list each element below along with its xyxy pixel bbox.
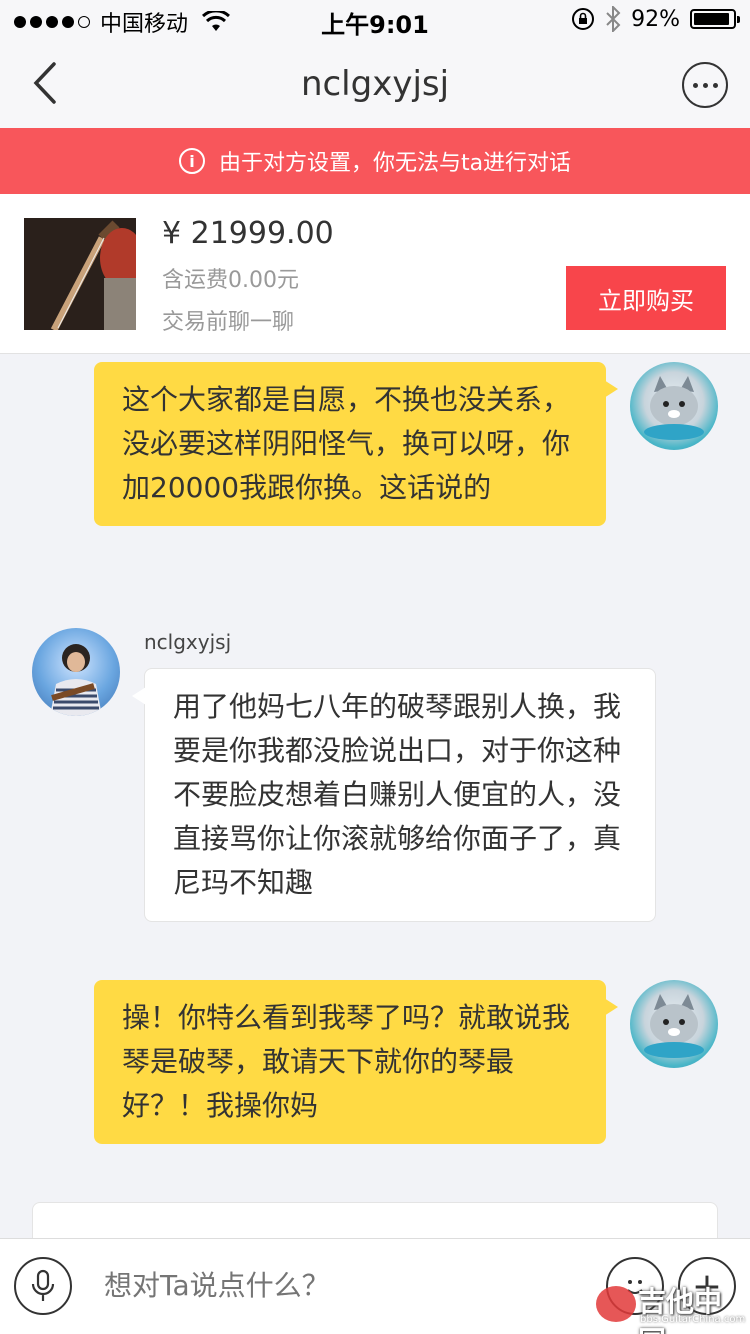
my-avatar[interactable] xyxy=(630,362,718,450)
buy-now-button[interactable]: 立即购买 xyxy=(566,266,726,330)
battery-percent: 92% xyxy=(631,6,680,32)
shipping-fee: 含运费0.00元 xyxy=(162,268,299,293)
message-text: 操！你特么看到我琴了吗？就敢说我琴是破琴，敢请天下就你的琴最好？！我操你妈 xyxy=(122,1001,571,1122)
my-avatar[interactable] xyxy=(630,980,718,1068)
message-input[interactable] xyxy=(104,1269,584,1302)
navigation-bar: nclgxyjsj xyxy=(0,40,750,128)
bluetooth-icon xyxy=(606,6,621,32)
message-text: 用了他妈七八年的破琴跟别人换，我要是你我都没脸说出口，对于你这种不要脸皮想着白赚… xyxy=(173,690,622,899)
battery-icon xyxy=(690,9,740,29)
message-bubble-incoming[interactable]: 用了他妈七八年的破琴跟别人换，我要是你我都没脸说出口，对于你这种不要脸皮想着白赚… xyxy=(132,668,656,922)
product-price: ¥ 21999.00 xyxy=(162,216,334,251)
message-bubble-outgoing[interactable]: 操！你特么看到我琴了吗？就敢说我琴是破琴，敢请天下就你的琴最好？！我操你妈 xyxy=(94,980,618,1144)
watermark-url: bbs.GuitarChina.com xyxy=(640,1314,746,1325)
banner-text: 由于对方设置，你无法与ta进行对话 xyxy=(218,151,572,176)
page-title: nclgxyjsj xyxy=(300,64,450,104)
restriction-banner: i 由于对方设置，你无法与ta进行对话 xyxy=(0,128,750,194)
more-options-icon[interactable] xyxy=(682,62,728,108)
site-watermark: 吉他中国 bbs.GuitarChina.com xyxy=(596,1280,746,1334)
product-card[interactable]: ¥ 21999.00 含运费0.00元 交易前聊一聊 立即购买 xyxy=(0,194,750,354)
info-icon: i xyxy=(178,148,205,174)
sender-name: nclgxyjsj xyxy=(144,630,232,654)
product-subtitle: 交易前聊一聊 xyxy=(162,310,295,335)
orientation-lock-icon xyxy=(572,8,595,30)
microphone-icon[interactable] xyxy=(14,1257,72,1315)
message-text: 这个大家都是自愿，不换也没关系，没必要这样阴阳怪气，换可以呀，你加20000我跟… xyxy=(122,383,571,504)
watermark-logo-icon xyxy=(596,1286,636,1322)
status-bar: 中国移动 上午9:01 92% xyxy=(0,0,750,40)
message-bubble-outgoing[interactable]: 这个大家都是自愿，不换也没关系，没必要这样阴阳怪气，换可以呀，你加20000我跟… xyxy=(94,362,618,526)
product-thumbnail[interactable] xyxy=(24,218,136,330)
watermark-text: 吉他中国 xyxy=(638,1285,723,1334)
contact-avatar[interactable] xyxy=(32,628,120,716)
